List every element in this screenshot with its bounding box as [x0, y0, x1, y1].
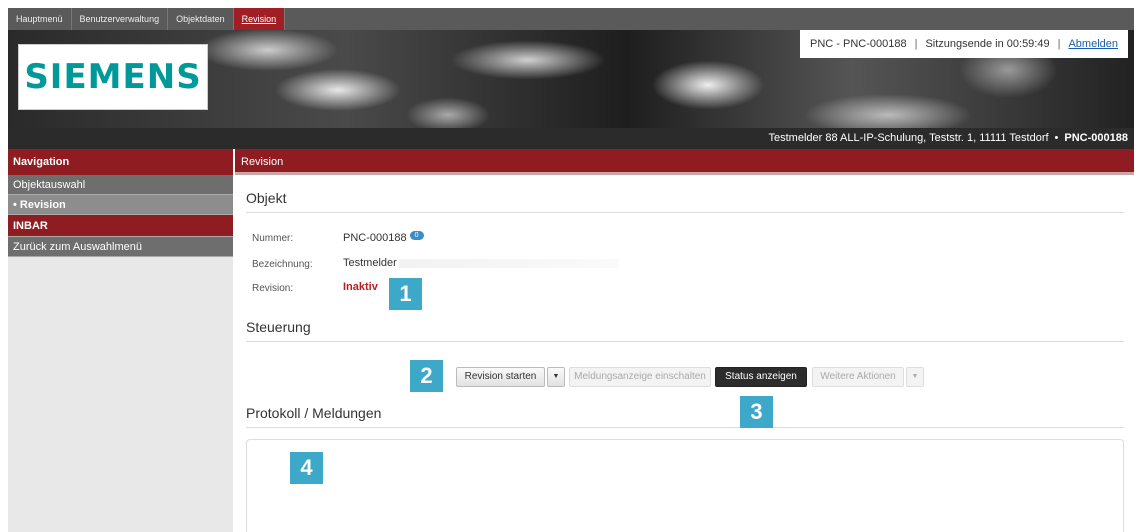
callout-marker-4: 4: [290, 452, 323, 484]
field-label-revision: Revision:: [252, 283, 294, 294]
tab-benutzerverwaltung[interactable]: Benutzerverwaltung: [72, 8, 169, 30]
revision-status: Inaktiv: [343, 281, 378, 293]
count-badge[interactable]: 0: [409, 231, 424, 240]
log-messages-area[interactable]: [246, 439, 1124, 532]
divider: [246, 427, 1124, 428]
session-separator: |: [914, 38, 918, 50]
field-label-nummer: Nummer:: [252, 233, 294, 244]
field-value-bezeichnung: Testmelder: [343, 257, 619, 269]
start-revision-dropdown-button[interactable]: ▼: [547, 367, 565, 387]
callout-marker-1: 1: [389, 278, 422, 310]
field-value-nummer: PNC-000188 0: [343, 231, 424, 244]
siemens-logo: SIEMENS: [18, 44, 208, 110]
start-revision-button[interactable]: Revision starten: [456, 367, 545, 387]
logo-text: SIEMENS: [24, 57, 202, 97]
object-number: PNC-000188: [343, 232, 407, 244]
session-info: PNC - PNC-000188 | Sitzungsende in 00:59…: [799, 30, 1128, 58]
page-title: Revision: [235, 149, 1134, 175]
session-object: PNC - PNC-000188: [809, 38, 907, 50]
section-title-steuerung: Steuerung: [246, 319, 311, 335]
section-title-objekt: Objekt: [246, 190, 287, 206]
session-end-timer: Sitzungsende in 00:59:49: [925, 38, 1050, 50]
sidebar: Navigation Objektauswahl • Revision INBA…: [8, 149, 233, 532]
tab-hauptmenue[interactable]: Hauptmenü: [8, 8, 72, 30]
object-address-bar: Testmelder 88 ALL-IP-Schulung, Teststr. …: [8, 128, 1134, 149]
callout-marker-3: 3: [740, 396, 773, 428]
logout-link[interactable]: Abmelden: [1068, 38, 1118, 50]
show-status-button[interactable]: Status anzeigen: [715, 367, 807, 387]
sidebar-heading: Navigation: [8, 149, 233, 175]
address-dot: •: [1054, 132, 1059, 144]
tab-objektdaten[interactable]: Objektdaten: [168, 8, 234, 30]
sidebar-item-back-to-menu[interactable]: Zurück zum Auswahlmenü: [8, 237, 233, 257]
redacted-area: [398, 258, 619, 268]
top-navigation: Hauptmenü Benutzerverwaltung Objektdaten…: [8, 8, 1134, 30]
field-label-bezeichnung: Bezeichnung:: [252, 259, 313, 270]
more-actions-button[interactable]: Weitere Aktionen: [812, 367, 904, 387]
divider: [246, 341, 1124, 342]
divider: [246, 212, 1124, 213]
callout-marker-2: 2: [410, 360, 443, 392]
sidebar-item-revision[interactable]: • Revision: [8, 195, 233, 215]
sidebar-item-inbar[interactable]: INBAR: [8, 215, 233, 237]
tab-revision[interactable]: Revision: [233, 8, 286, 30]
object-address: Testmelder 88 ALL-IP-Schulung, Teststr. …: [768, 132, 1049, 144]
section-title-protokoll: Protokoll / Meldungen: [246, 405, 382, 421]
object-designation: Testmelder: [343, 257, 397, 269]
main-content: Revision Objekt Nummer: PNC-000188 0 Beze…: [235, 149, 1134, 532]
message-display-button[interactable]: Meldungsanzeige einschalten: [569, 367, 711, 387]
more-actions-dropdown-button[interactable]: ▼: [906, 367, 924, 387]
session-separator: |: [1057, 38, 1061, 50]
object-id: PNC-000188: [1064, 132, 1128, 144]
sidebar-item-objektauswahl[interactable]: Objektauswahl: [8, 175, 233, 195]
header-banner: SIEMENS PNC - PNC-000188 | Sitzungsende …: [8, 30, 1134, 128]
